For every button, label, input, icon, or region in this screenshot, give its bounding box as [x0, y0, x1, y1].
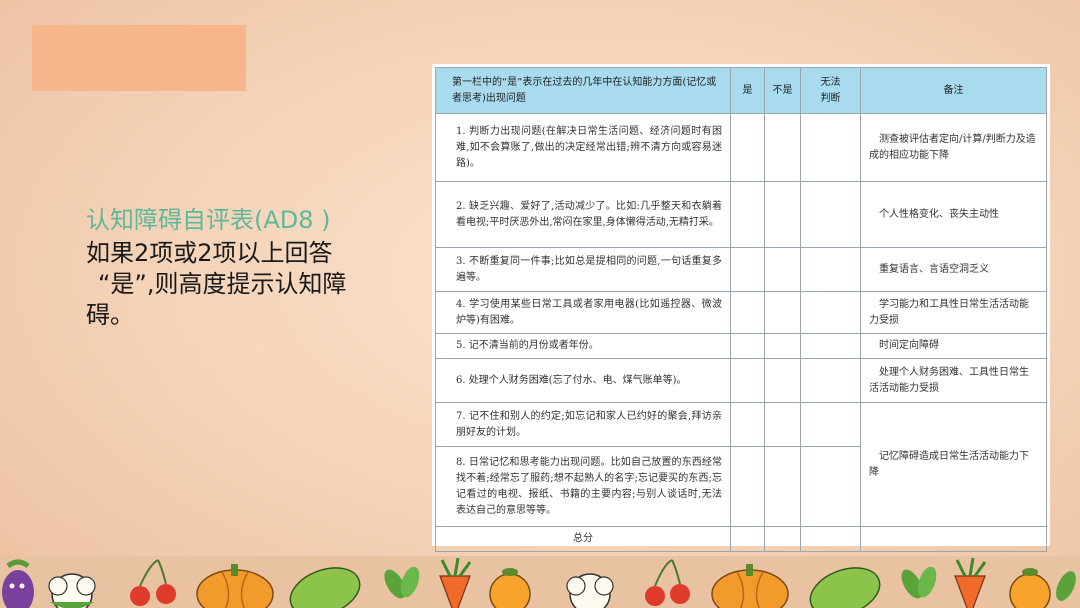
question-cell-6: 6. 处理个人财务困难(忘了付水、电、煤气账单等)。 [435, 358, 731, 403]
pumpkin-icon [196, 564, 274, 608]
yes-cell-8[interactable] [730, 446, 765, 527]
remark-header: 备注 [860, 67, 1047, 114]
left-text-block: 认知障碍自评表(AD8 ) 如果2项或2项以上回答 “是”,则高度提示认知障 碍… [86, 204, 406, 331]
carrot-icon [954, 557, 987, 608]
table-row: 4. 学习使用某些日常工具或者家用电器(比如遥控器、微波炉等)有困难。 学习能力… [435, 291, 1047, 334]
header-row: 第一栏中的“是”表示在过去的几年中在认知能力方面(记忆或者思考)出现问题 是 不… [435, 67, 1047, 114]
table-row: 3. 不断重复同一件事;比如总是提相同的问题,一句话重复多遍等。 重复语言、言语… [435, 247, 1047, 292]
orange-icon [489, 568, 531, 608]
cauliflower-icon [566, 573, 614, 608]
unable-header-line-1: 无法 [820, 76, 841, 88]
no-header: 不是 [764, 67, 801, 114]
total-yes-cell[interactable] [730, 526, 765, 552]
unable-cell-4[interactable] [800, 291, 861, 334]
no-cell-2[interactable] [764, 181, 801, 248]
carrot-icon [439, 557, 472, 608]
note-text-2: 个人性格变化、丧失主动性 [879, 208, 999, 220]
unable-header: 无法 判断 [800, 67, 861, 114]
yes-cell-4[interactable] [730, 291, 765, 334]
body-line-3: 碍。 [86, 301, 134, 329]
pumpkin-icon [711, 564, 789, 608]
unable-cell-3[interactable] [800, 247, 861, 292]
question-cell-2: 2. 缺乏兴趣、爱好了,活动减少了。比如:几乎整天和衣躺着看电视;平时厌恶外出,… [435, 181, 731, 248]
unable-cell-8[interactable] [800, 446, 861, 527]
ad8-table: 第一栏中的“是”表示在过去的几年中在认知能力方面(记忆或者思考)出现问题 是 不… [435, 67, 1047, 552]
merged-note-text: 记忆障碍造成日常生活活动能力下降 [869, 450, 1029, 478]
leaf-icon [384, 566, 420, 599]
ad8-table-card: 第一栏中的“是”表示在过去的几年中在认知能力方面(记忆或者思考)出现问题 是 不… [432, 64, 1050, 552]
unable-cell-6[interactable] [800, 358, 861, 403]
no-cell-3[interactable] [764, 247, 801, 292]
no-cell-1[interactable] [764, 113, 801, 182]
no-cell-4[interactable] [764, 291, 801, 334]
question-cell-1: 1. 判断力出现问题(在解决日常生活问题、经济问题时有困难,如不会算账了,做出的… [435, 113, 731, 182]
note-cell-2: 个人性格变化、丧失主动性 [860, 181, 1047, 248]
no-cell-8[interactable] [764, 446, 801, 527]
slide-body: 如果2项或2项以上回答 “是”,则高度提示认知障 碍。 [86, 238, 406, 331]
eggplant-icon [2, 559, 34, 608]
note-text-6: 处理个人财务困难、工具性日常生活活动能力受损 [869, 366, 1029, 394]
yes-cell-5[interactable] [730, 333, 765, 359]
table-row: 7. 记不住和别人的约定;如忘记和家人已约好的聚会,拜访亲朋好友的计划。 记忆障… [435, 402, 1047, 527]
total-note-cell [860, 526, 1047, 552]
total-unable-cell[interactable] [800, 526, 861, 552]
cucumber-icon [809, 567, 881, 608]
no-cell-6[interactable] [764, 358, 801, 403]
yes-cell-1[interactable] [730, 113, 765, 182]
note-cell-4: 学习能力和工具性日常生活活动能力受损 [860, 291, 1047, 334]
total-no-cell[interactable] [764, 526, 801, 552]
body-line-1: 如果2项或2项以上回答 [86, 239, 333, 267]
total-row: 总分 [435, 526, 1047, 552]
table-row: 6. 处理个人财务困难(忘了付水、电、煤气账单等)。 处理个人财务困难、工具性日… [435, 358, 1047, 403]
table-row: 5. 记不清当前的月份或者年份。 时间定向障碍 [435, 333, 1047, 359]
note-text-3: 重复语言、言语空洞乏义 [879, 263, 989, 275]
question-cell-4: 4. 学习使用某些日常工具或者家用电器(比如遥控器、微波炉等)有困难。 [435, 291, 731, 334]
orange-icon [1009, 568, 1051, 608]
yes-cell-6[interactable] [730, 358, 765, 403]
note-cell-3: 重复语言、言语空洞乏义 [860, 247, 1047, 292]
yes-cell-2[interactable] [730, 181, 765, 248]
note-cell-6: 处理个人财务困难、工具性日常生活活动能力受损 [860, 358, 1047, 403]
unable-cell-1[interactable] [800, 113, 861, 182]
merged-note-cell: 记忆障碍造成日常生活活动能力下降 [860, 402, 1047, 527]
no-cell-7[interactable] [764, 402, 801, 447]
question-cell-7: 7. 记不住和别人的约定;如忘记和家人已约好的聚会,拜访亲朋好友的计划。 [435, 402, 731, 447]
cherry-icon [645, 559, 690, 606]
no-cell-5[interactable] [764, 333, 801, 359]
note-cell-5: 时间定向障碍 [860, 333, 1047, 359]
note-text-1: 测查被评估者定向/计算/判断力及造成的相应功能下降 [869, 133, 1036, 161]
unable-header-line-2: 判断 [820, 92, 841, 104]
total-label: 总分 [435, 526, 731, 552]
table-row: 2. 缺乏兴趣、爱好了,活动减少了。比如:几乎整天和衣躺着看电视;平时厌恶外出,… [435, 181, 1047, 248]
vegetable-illustration [2, 557, 1076, 608]
cucumber-icon [289, 567, 361, 608]
unable-cell-5[interactable] [800, 333, 861, 359]
question-cell-3: 3. 不断重复同一件事;比如总是提相同的问题,一句话重复多遍等。 [435, 247, 731, 292]
cauliflower-icon [48, 573, 96, 608]
accent-block [32, 25, 246, 91]
note-cell-1: 测查被评估者定向/计算/判断力及造成的相应功能下降 [860, 113, 1047, 182]
leaf-icon [1056, 571, 1076, 601]
slide-title: 认知障碍自评表(AD8 ) [86, 206, 331, 234]
yes-header: 是 [730, 67, 765, 114]
unable-cell-7[interactable] [800, 402, 861, 447]
vegetable-border [0, 556, 1080, 608]
body-line-2: “是”,则高度提示认知障 [98, 270, 347, 298]
question-cell-8: 8. 日常记忆和思考能力出现问题。比如自己放置的东西经常找不着;经常忘了服药;想… [435, 446, 731, 527]
unable-cell-2[interactable] [800, 181, 861, 248]
yes-cell-3[interactable] [730, 247, 765, 292]
table-row: 1. 判断力出现问题(在解决日常生活问题、经济问题时有困难,如不会算账了,做出的… [435, 113, 1047, 182]
cherry-icon [130, 559, 176, 606]
question-header: 第一栏中的“是”表示在过去的几年中在认知能力方面(记忆或者思考)出现问题 [435, 67, 731, 114]
leaf-icon [901, 566, 937, 599]
note-text-5: 时间定向障碍 [879, 340, 939, 351]
note-text-4: 学习能力和工具性日常生活活动能力受损 [869, 298, 1029, 326]
yes-cell-7[interactable] [730, 402, 765, 447]
question-cell-5: 5. 记不清当前的月份或者年份。 [435, 333, 731, 359]
